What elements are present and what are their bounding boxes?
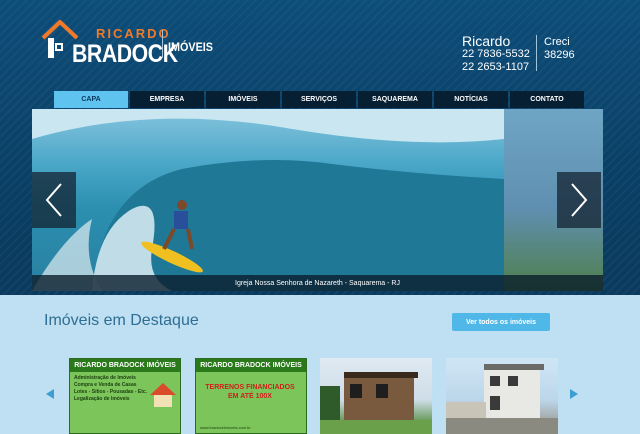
card-line: Legalização de Imóveis — [74, 396, 130, 402]
card-line: Administração de Imóveis — [74, 375, 136, 381]
slide-image-wave — [32, 109, 504, 291]
property-card-1[interactable]: RICARDO BRADOCK IMÓVEIS Administração de… — [69, 358, 181, 434]
card-line: Compra e Venda de Casas — [74, 382, 137, 388]
slide-caption: Igreja Nossa Senhora de Nazareth - Saqua… — [32, 275, 603, 291]
contact-phone-2: 22 2653-1107 — [462, 61, 530, 73]
slider-prev-button[interactable] — [32, 172, 76, 228]
contact-info: Ricardo 22 7836-5532 22 2653-1107 — [462, 34, 530, 74]
chevron-right-icon — [571, 183, 588, 217]
logo-imoveis-text: IMÓVEIS — [168, 40, 214, 54]
chevron-left-icon — [45, 183, 62, 217]
featured-section: Imóveis em Destaque Ver todos os imóveis… — [0, 295, 640, 434]
nav-item-empresa[interactable]: EMPRESA — [130, 91, 204, 108]
hero-slider: Igreja Nossa Senhora de Nazareth - Saqua… — [32, 109, 603, 291]
creci-info: Creci 38296 — [544, 36, 575, 62]
carousel-prev-icon[interactable] — [44, 388, 56, 400]
property-card-2[interactable]: RICARDO BRADOCK IMÓVEIS TERRENOS FINANCI… — [195, 358, 307, 434]
nav-item-saquarema[interactable]: SAQUAREMA — [358, 91, 432, 108]
card-lines: Administração de Imóveis Compra e Venda … — [74, 375, 147, 403]
contact-divider — [536, 35, 537, 71]
contact-phone-1: 22 7836-5532 — [462, 48, 530, 60]
property-photo-1[interactable] — [320, 358, 432, 434]
building-photo — [446, 364, 558, 434]
card-header: RICARDO BRADOCK IMÓVEIS — [70, 359, 180, 372]
slider-next-button[interactable] — [557, 172, 601, 228]
creci-number: 38296 — [544, 49, 575, 61]
wave-illustration — [32, 109, 504, 291]
house-photo — [320, 372, 432, 434]
card-header: RICARDO BRADOCK IMÓVEIS — [196, 359, 306, 372]
see-all-properties-button[interactable]: Ver todos os imóveis — [452, 313, 550, 331]
logo-ricardo-text: RICARDO — [96, 26, 171, 41]
creci-label: Creci — [544, 36, 570, 48]
nav-item-capa[interactable]: CAPA — [54, 91, 128, 108]
contact-name: Ricardo — [462, 33, 511, 49]
card-headline: TERRENOS FINANCIADOS EM ATÉ 100X — [205, 384, 295, 400]
carousel-next-icon[interactable] — [568, 388, 580, 400]
card-line: Lotes - Sítios - Pousadas - Etc. — [74, 389, 148, 395]
main-nav: CAPA EMPRESA IMÓVEIS SERVIÇOS SAQUAREMA … — [54, 91, 584, 108]
nav-item-contato[interactable]: CONTATO — [510, 91, 584, 108]
nav-item-noticias[interactable]: NOTÍCIAS — [434, 91, 508, 108]
nav-item-servicos[interactable]: SERVIÇOS — [282, 91, 356, 108]
featured-title: Imóveis em Destaque — [44, 312, 199, 329]
card-url: www.bradockimoveis.com.br — [200, 425, 251, 430]
logo-divider — [162, 30, 163, 58]
nav-item-imoveis[interactable]: IMÓVEIS — [206, 91, 280, 108]
property-photo-2[interactable] — [446, 358, 558, 434]
house-icon — [150, 383, 176, 407]
